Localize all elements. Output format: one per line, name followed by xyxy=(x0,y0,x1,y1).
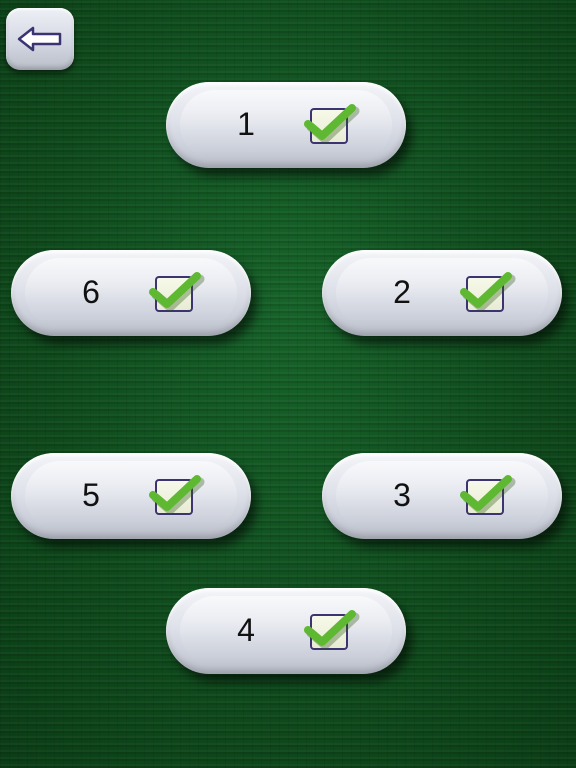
item-checkbox[interactable] xyxy=(460,475,516,515)
item-2-button[interactable]: 2 xyxy=(322,250,562,336)
item-checkbox[interactable] xyxy=(460,272,516,312)
item-number: 4 xyxy=(237,612,255,648)
item-4-button[interactable]: 4 xyxy=(166,588,406,674)
checkmark-icon xyxy=(460,272,516,312)
item-3-button[interactable]: 3 xyxy=(322,453,562,539)
item-checkbox[interactable] xyxy=(149,475,205,515)
checkmark-icon xyxy=(304,104,360,144)
item-checkbox[interactable] xyxy=(149,272,205,312)
item-number: 1 xyxy=(237,106,255,142)
back-button[interactable] xyxy=(6,8,74,70)
item-number: 6 xyxy=(82,274,100,310)
item-checkbox[interactable] xyxy=(304,610,360,650)
item-5-button[interactable]: 5 xyxy=(11,453,251,539)
arrow-left-icon xyxy=(17,26,62,52)
checkmark-icon xyxy=(149,475,205,515)
item-number: 3 xyxy=(393,477,411,513)
checkmark-icon xyxy=(460,475,516,515)
item-checkbox[interactable] xyxy=(304,104,360,144)
item-6-button[interactable]: 6 xyxy=(11,250,251,336)
checkmark-icon xyxy=(304,610,360,650)
item-number: 2 xyxy=(393,274,411,310)
item-1-button[interactable]: 1 xyxy=(166,82,406,168)
item-number: 5 xyxy=(82,477,100,513)
checkmark-icon xyxy=(149,272,205,312)
